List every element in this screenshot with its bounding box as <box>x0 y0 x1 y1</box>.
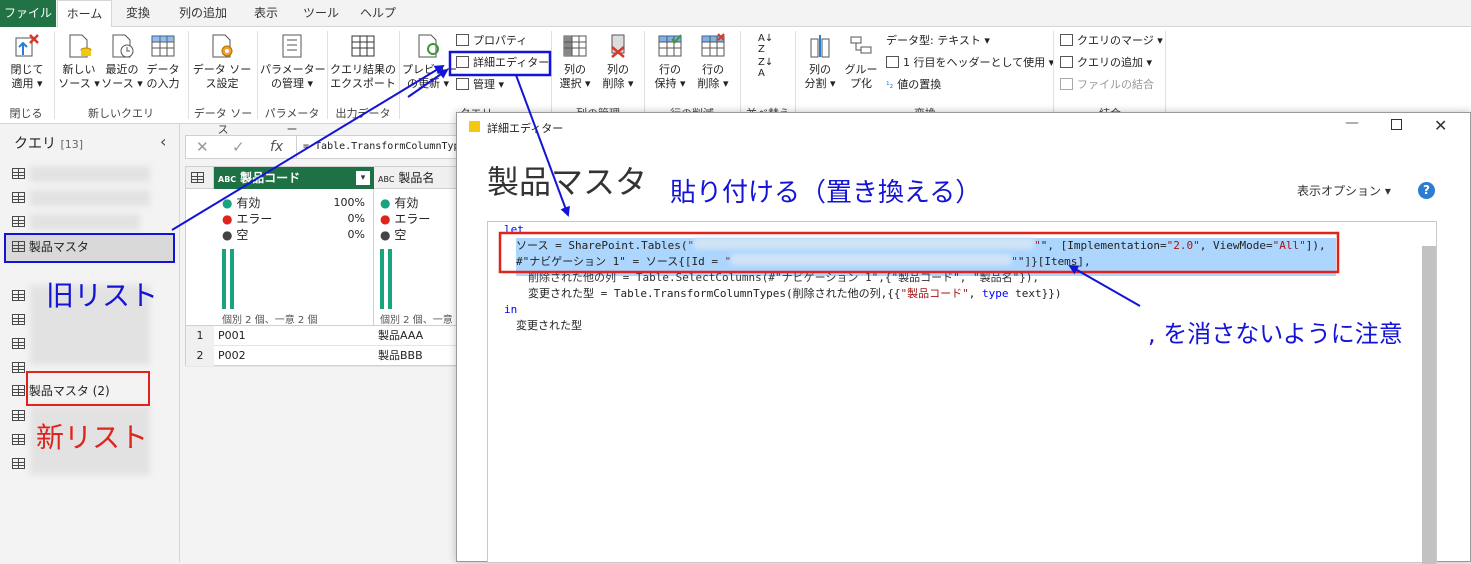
old-list-highlight-box <box>4 233 175 263</box>
annotation-paste: 貼り付ける（置き換える） <box>670 178 982 208</box>
advanced-editor-highlight-box <box>448 50 552 77</box>
annotation-comma-note: , を消さないように注意 <box>1148 320 1403 348</box>
arrow-old-list <box>171 64 445 231</box>
new-list-highlight-box <box>26 371 150 406</box>
annotation-new-list: 新リスト <box>36 421 149 454</box>
annotation-old-list: 旧リスト <box>46 279 159 312</box>
code-replace-highlight-box <box>498 231 1340 274</box>
arrow-to-code <box>515 74 570 217</box>
annotation-overlay <box>4 50 1340 406</box>
